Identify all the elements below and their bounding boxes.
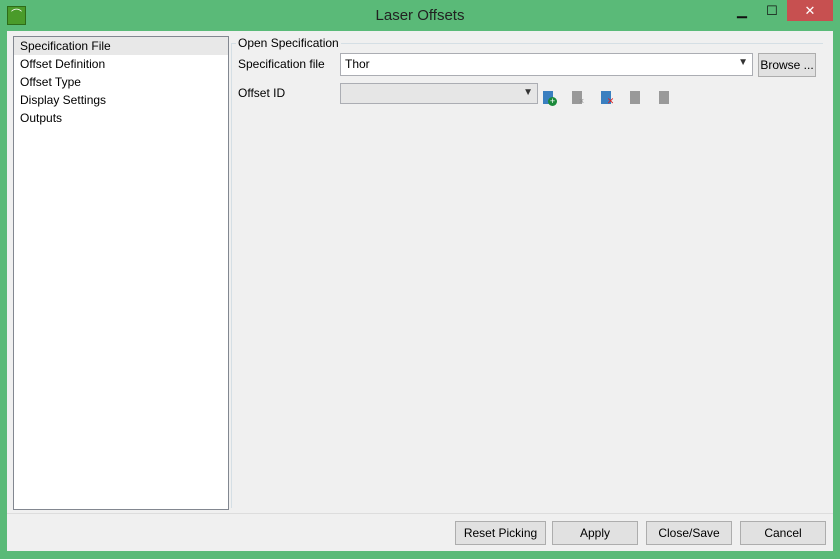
title-bar: ⌒ Laser Offsets ▁ ☐ ✕ xyxy=(0,0,840,31)
maximize-button[interactable]: ☐ xyxy=(757,0,787,21)
chevron-down-icon: ▼ xyxy=(738,57,748,68)
apply-button[interactable]: Apply xyxy=(552,521,638,545)
footer-divider xyxy=(7,513,833,514)
offset-id-combo[interactable]: ▼ xyxy=(340,83,538,104)
add-offset-icon[interactable]: + xyxy=(541,90,557,106)
spec-file-label: Specification file xyxy=(238,57,325,71)
import-offset-icon[interactable] xyxy=(628,90,644,106)
open-specification-group: Open Specification Specification file Th… xyxy=(231,36,825,508)
spec-file-value: Thor xyxy=(345,57,370,71)
chevron-down-icon: ▼ xyxy=(523,87,533,98)
delete-all-offsets-icon[interactable]: ✕ xyxy=(599,90,615,106)
tree-item-offset-definition[interactable]: Offset Definition xyxy=(14,55,228,73)
remove-offset-icon[interactable]: × xyxy=(570,90,586,106)
tree-item-offset-type[interactable]: Offset Type xyxy=(14,73,228,91)
close-button[interactable]: ✕ xyxy=(787,0,833,21)
group-border-left xyxy=(231,43,232,508)
dialog-body: Specification File Offset Definition Off… xyxy=(7,31,833,551)
cancel-button[interactable]: Cancel xyxy=(740,521,826,545)
browse-button[interactable]: Browse ... xyxy=(758,53,816,77)
tree-item-outputs[interactable]: Outputs xyxy=(14,109,228,127)
group-title: Open Specification xyxy=(236,36,341,50)
minimize-button[interactable]: ▁ xyxy=(727,0,757,21)
tree-item-specification-file[interactable]: Specification File xyxy=(14,37,228,55)
export-offset-icon[interactable] xyxy=(657,90,673,106)
window-title: Laser Offsets xyxy=(375,7,465,24)
reset-picking-button[interactable]: Reset Picking xyxy=(455,521,546,545)
nav-tree: Specification File Offset Definition Off… xyxy=(13,36,229,510)
offset-toolbar: + × ✕ xyxy=(541,90,673,106)
offset-id-label: Offset ID xyxy=(238,86,286,100)
spec-file-combo[interactable]: Thor ▼ xyxy=(340,53,753,76)
close-save-button[interactable]: Close/Save xyxy=(646,521,732,545)
tree-item-display-settings[interactable]: Display Settings xyxy=(14,91,228,109)
